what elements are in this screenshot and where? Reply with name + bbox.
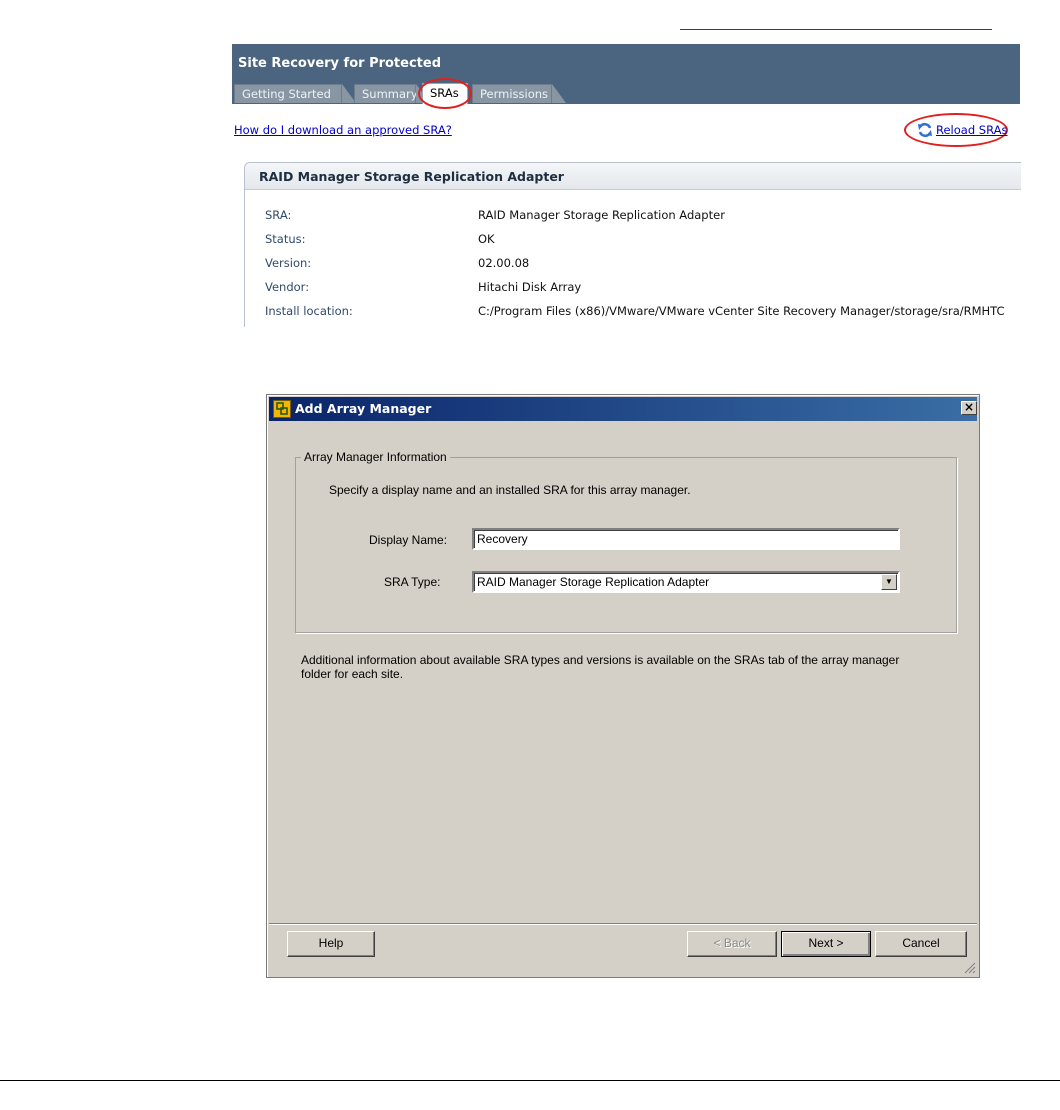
vmware-app-icon xyxy=(273,400,291,418)
add-array-manager-dialog: Add Array Manager × Array Manager Inform… xyxy=(266,394,980,978)
sra-info-card: RAID Manager Storage Replication Adapter… xyxy=(244,162,1021,327)
cancel-button[interactable]: Cancel xyxy=(875,931,967,957)
back-button[interactable]: < Back xyxy=(687,931,777,957)
prop-value-vendor: Hitachi Disk Array xyxy=(478,280,582,294)
info-text-line1: Additional information about available S… xyxy=(301,653,900,667)
page-bottom-rule xyxy=(0,1080,1060,1081)
sra-card-header: RAID Manager Storage Replication Adapter xyxy=(245,163,1021,190)
srm-sra-panel: Site Recovery for Protected Getting Star… xyxy=(232,44,1021,327)
tab-permissions-edge xyxy=(552,84,566,103)
prop-label-sra: SRA: xyxy=(265,208,292,222)
prop-label-install-location: Install location: xyxy=(265,304,353,318)
instruction-text: Specify a display name and an installed … xyxy=(329,483,691,497)
tab-summary[interactable]: Summary xyxy=(354,84,418,103)
next-button[interactable]: Next > xyxy=(781,931,871,957)
sra-type-selected-value: RAID Manager Storage Replication Adapter xyxy=(477,575,710,589)
tab-getting-started[interactable]: Getting Started xyxy=(234,84,342,103)
prop-value-version: 02.00.08 xyxy=(478,256,530,270)
group-title: Array Manager Information xyxy=(301,450,450,464)
dialog-title: Add Array Manager xyxy=(295,401,432,416)
sra-type-label: SRA Type: xyxy=(384,575,441,589)
highlight-circle-sras-tab xyxy=(418,78,472,109)
display-name-label: Display Name: xyxy=(369,533,448,547)
info-text-line2: folder for each site. xyxy=(301,667,404,681)
sra-type-select[interactable]: RAID Manager Storage Replication Adapter… xyxy=(472,571,900,593)
sra-card-title: RAID Manager Storage Replication Adapter xyxy=(259,169,564,184)
prop-value-sra: RAID Manager Storage Replication Adapter xyxy=(478,208,725,222)
display-name-input[interactable]: Recovery xyxy=(472,528,900,550)
close-icon[interactable]: × xyxy=(961,401,977,415)
download-sra-help-link[interactable]: How do I download an approved SRA? xyxy=(234,123,452,137)
tab-permissions[interactable]: Permissions xyxy=(472,84,552,103)
footer-separator xyxy=(269,923,977,925)
help-button[interactable]: Help xyxy=(287,931,375,957)
dialog-titlebar[interactable]: Add Array Manager × xyxy=(269,397,977,421)
top-link-fragment xyxy=(680,28,992,30)
prop-value-install-location: C:/Program Files (x86)/VMware/VMware vCe… xyxy=(478,304,1005,318)
reload-sras-link[interactable]: Reload SRAs xyxy=(936,123,1007,137)
resize-grip-icon[interactable] xyxy=(964,962,976,974)
prop-label-version: Version: xyxy=(265,256,312,270)
refresh-icon[interactable] xyxy=(917,122,933,138)
prop-label-vendor: Vendor: xyxy=(265,280,310,294)
chevron-down-icon[interactable]: ▼ xyxy=(881,574,897,590)
panel-title: Site Recovery for Protected xyxy=(238,56,442,71)
prop-value-status: OK xyxy=(478,232,495,246)
prop-label-status: Status: xyxy=(265,232,306,246)
